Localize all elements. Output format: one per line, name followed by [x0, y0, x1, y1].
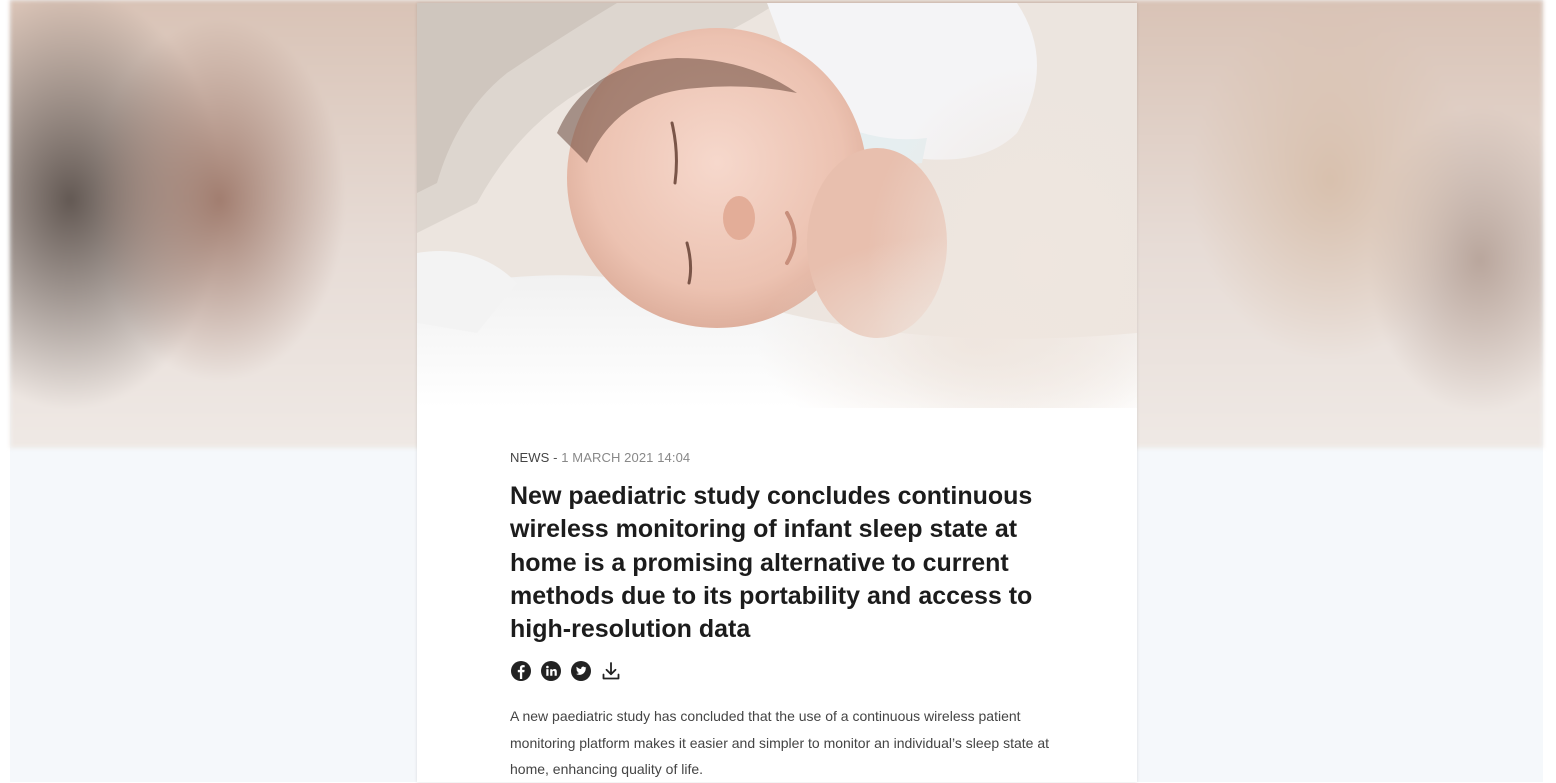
article-title: New paediatric study concludes continuou… — [510, 482, 1033, 644]
meta-separator: - — [549, 450, 562, 465]
article-card: NEWS - 1 MARCH 2021 14:04 New paediatric… — [417, 3, 1137, 782]
linkedin-icon[interactable] — [540, 660, 562, 682]
article-hero-image — [417, 3, 1137, 408]
twitter-icon[interactable] — [570, 660, 592, 682]
download-icon[interactable] — [600, 660, 622, 682]
article-date: 1 MARCH 2021 14:04 — [561, 450, 691, 465]
sleeping-baby-illustration — [417, 3, 1137, 408]
article-lead: A new paediatric study has concluded tha… — [510, 708, 1049, 777]
share-bar — [510, 660, 622, 682]
facebook-icon[interactable] — [510, 660, 532, 682]
article-meta: NEWS - 1 MARCH 2021 14:04 — [510, 450, 690, 465]
article-category: NEWS — [510, 450, 550, 465]
